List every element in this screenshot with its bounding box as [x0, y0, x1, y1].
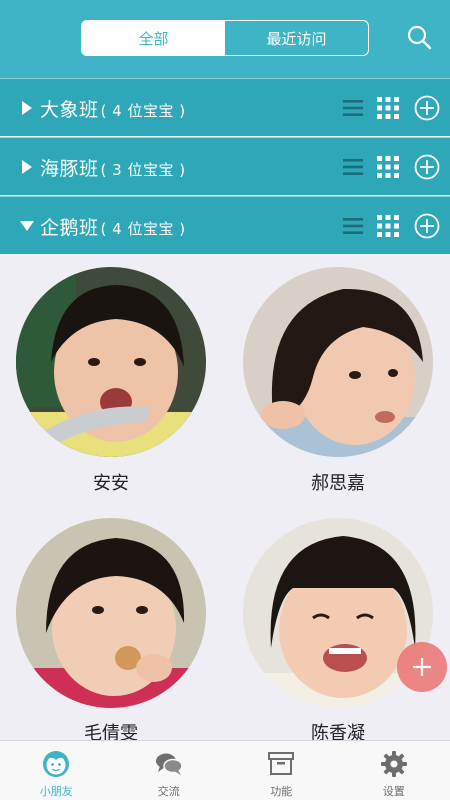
group-title: 海豚班( 3 位宝宝 ) [40, 154, 186, 181]
child-name: 郝思嘉 [311, 473, 365, 494]
group-row-elephant[interactable]: 大象班( 4 位宝宝 ) [0, 78, 450, 136]
tab-label: 功能 [270, 785, 293, 798]
group-title: 企鹅班( 4 位宝宝 ) [40, 213, 186, 240]
group-name: 海豚班 [40, 158, 99, 180]
collapse-arrow-icon[interactable] [20, 220, 34, 232]
add-circle-icon[interactable] [414, 213, 440, 239]
group-count: ( 3 位宝宝 ) [100, 161, 186, 179]
group-count: ( 4 位宝宝 ) [100, 102, 186, 120]
grid-icon[interactable] [375, 95, 401, 121]
group-name: 大象班 [40, 99, 99, 121]
child-photo [16, 518, 206, 708]
bottom-tab-bar: 小朋友 交流 功能 设置 [0, 740, 450, 800]
child-photo [243, 267, 433, 457]
child-photo [16, 267, 206, 457]
child-avatar[interactable] [16, 267, 206, 457]
group-row-dolphin[interactable]: 海豚班( 3 位宝宝 ) [0, 137, 450, 195]
tab-settings[interactable]: 设置 [338, 741, 450, 800]
list-icon[interactable] [340, 213, 366, 239]
group-count: ( 4 位宝宝 ) [100, 220, 186, 238]
box-icon [268, 752, 295, 775]
list-icon[interactable] [340, 154, 366, 180]
segmented-control: 全部 最近访问 [81, 20, 369, 56]
tab-chat[interactable]: 交流 [113, 741, 226, 800]
tab-label: 小朋友 [39, 785, 73, 798]
child-avatar[interactable] [243, 267, 433, 457]
group-title: 大象班( 4 位宝宝 ) [40, 95, 186, 122]
tab-label: 交流 [157, 785, 180, 798]
grid-icon[interactable] [375, 213, 401, 239]
tab-children[interactable]: 小朋友 [0, 741, 113, 800]
add-circle-icon[interactable] [414, 95, 440, 121]
baby-face-icon [43, 751, 70, 777]
group-name: 企鹅班 [40, 217, 99, 239]
chat-bubbles-icon [155, 753, 183, 775]
floating-add-button[interactable] [397, 642, 447, 692]
gear-icon [380, 751, 407, 777]
tab-all[interactable]: 全部 [82, 21, 225, 55]
group-row-penguin[interactable]: 企鹅班( 4 位宝宝 ) [0, 196, 450, 254]
add-circle-icon[interactable] [414, 154, 440, 180]
tab-functions[interactable]: 功能 [225, 741, 338, 800]
list-icon[interactable] [340, 95, 366, 121]
plus-icon [413, 658, 431, 676]
search-icon[interactable] [406, 24, 432, 50]
top-header: 全部 最近访问 [0, 0, 450, 78]
tab-label: 设置 [382, 785, 405, 798]
grid-icon[interactable] [375, 154, 401, 180]
tab-recent[interactable]: 最近访问 [225, 21, 368, 55]
child-avatar[interactable] [16, 518, 206, 708]
expand-arrow-icon[interactable] [21, 101, 33, 115]
expand-arrow-icon[interactable] [21, 160, 33, 174]
child-name: 安安 [93, 473, 129, 494]
